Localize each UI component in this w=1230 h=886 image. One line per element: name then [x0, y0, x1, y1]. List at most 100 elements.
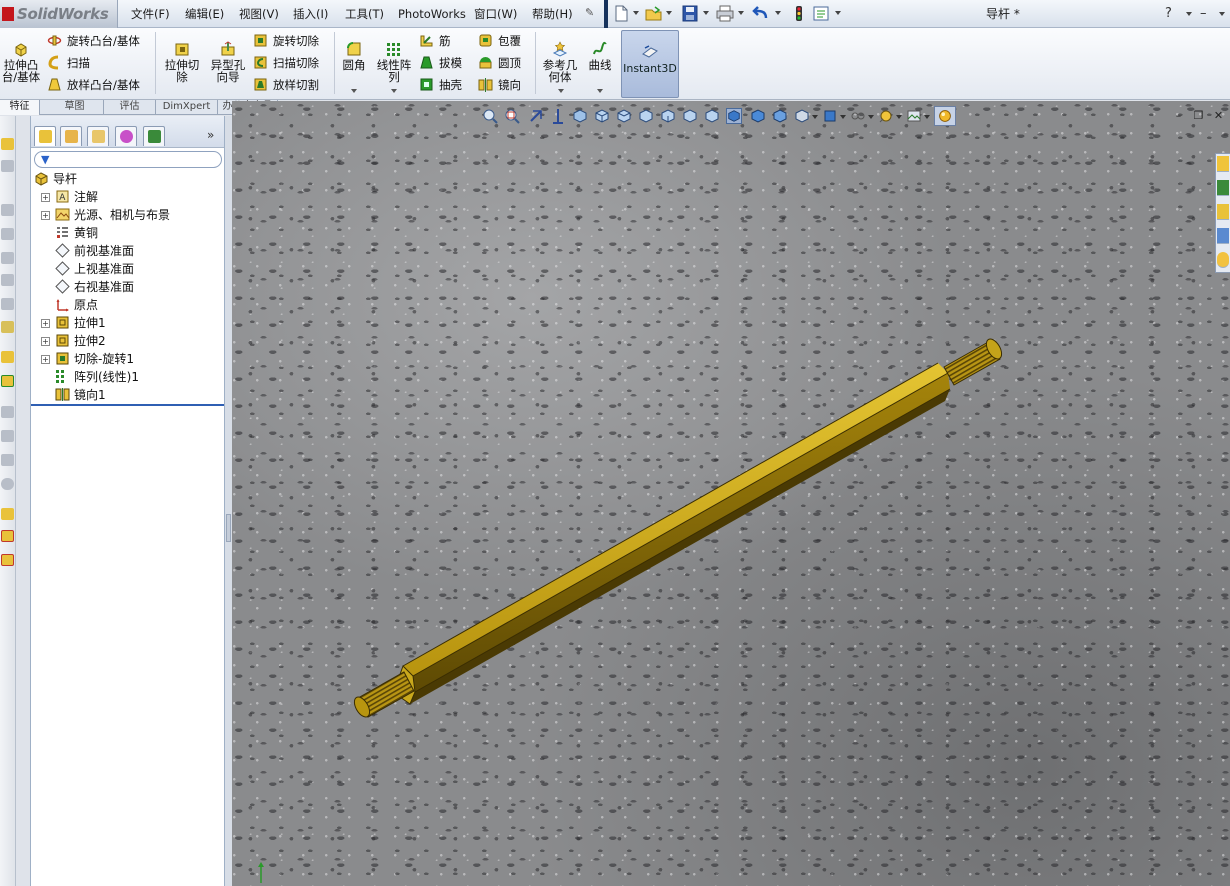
trimetric-view-icon[interactable] [750, 108, 766, 124]
curves-button[interactable]: 曲线 [585, 41, 615, 71]
isometric-view-icon[interactable] [726, 108, 742, 124]
scale-tool-icon[interactable] [1, 508, 14, 520]
options-dropdown-icon[interactable] [835, 11, 841, 15]
tab-configurationmanager[interactable] [87, 126, 109, 146]
bottom-view-icon[interactable] [704, 108, 720, 124]
loft-cut-button[interactable]: 放样切割 [253, 76, 319, 94]
back-view-icon[interactable] [616, 108, 632, 124]
tree-item-front-plane[interactable]: 前视基准面 [41, 242, 134, 260]
tree-item-annotations[interactable]: + A 注解 [41, 188, 98, 206]
tab-dimxpert[interactable]: DimXpert [156, 100, 218, 115]
filter-input[interactable] [53, 153, 217, 166]
viewport-restore-button[interactable]: ❐ [1192, 110, 1205, 122]
view-palette-icon[interactable] [1217, 228, 1229, 244]
appearances-scenes-icon[interactable] [1217, 252, 1229, 268]
display-style-dropdown-icon[interactable] [840, 115, 846, 119]
tree-item-mirror1[interactable]: 镜向1 [41, 386, 106, 404]
tree-item-extrude2[interactable]: + 拉伸2 [41, 332, 106, 350]
tab-propertymanager[interactable] [60, 126, 82, 146]
save-dropdown-icon[interactable] [703, 11, 709, 15]
tab-evaluate[interactable]: 评估 [104, 100, 156, 115]
appearance-dropdown-icon[interactable] [896, 115, 902, 119]
expand-toggle-icon[interactable]: + [41, 319, 50, 328]
open-folder-icon[interactable] [645, 5, 663, 22]
top-view-icon[interactable] [682, 108, 698, 124]
rib-tool-icon[interactable] [1, 274, 14, 286]
extrude-boss-button[interactable]: 拉伸凸台/基体 [0, 41, 42, 83]
fillet-dropdown-icon[interactable] [351, 89, 357, 93]
window-menu-dropdown-icon[interactable] [1219, 12, 1225, 16]
collapse-panel-handle[interactable] [226, 514, 231, 542]
tree-item-top-plane[interactable]: 上视基准面 [41, 260, 134, 278]
cut-tool-icon[interactable] [1, 351, 14, 363]
tree-item-right-plane[interactable]: 右视基准面 [41, 278, 134, 296]
design-library-icon[interactable] [1217, 180, 1229, 196]
sweep-cut-button[interactable]: 扫描切除 [253, 54, 319, 72]
undo-icon[interactable] [752, 5, 770, 22]
rebuild-traffic-light-icon[interactable] [790, 5, 808, 22]
tree-item-material-brass[interactable]: 黄铜 [41, 224, 98, 242]
solidworks-resources-icon[interactable] [1217, 156, 1229, 172]
menu-edit[interactable]: 编辑(E) [185, 0, 224, 28]
save-icon[interactable] [681, 5, 699, 22]
realview-graphics-icon[interactable] [934, 106, 956, 126]
shell-button[interactable]: 抽壳 [419, 76, 462, 94]
draft-button[interactable]: 拔模 [419, 54, 462, 72]
viewport-close-button[interactable]: ✕ [1212, 110, 1225, 122]
left-view-icon[interactable] [638, 108, 654, 124]
linear-pattern-dropdown-icon[interactable] [391, 89, 397, 93]
graphics-viewport[interactable]: – ❐ ✕ [232, 101, 1230, 886]
tree-filter[interactable]: ▼ [34, 151, 222, 168]
zoom-area-icon[interactable] [504, 108, 520, 124]
expand-toggle-icon[interactable]: + [41, 355, 50, 364]
print-icon[interactable] [716, 5, 734, 22]
rollback-bar[interactable] [31, 404, 224, 406]
curves-dropdown-icon[interactable] [597, 89, 603, 93]
view-selector-icon[interactable] [794, 108, 810, 124]
hole-tool-icon[interactable] [1, 321, 14, 333]
revolve-tool-icon[interactable] [1, 160, 14, 172]
extrude-boss-tool-icon[interactable] [1, 138, 14, 150]
menu-tools[interactable]: 工具(T) [345, 0, 384, 28]
linear-pattern-button[interactable]: 线性阵列 [372, 41, 416, 83]
tree-item-cut-revolve1[interactable]: + 切除-旋转1 [41, 350, 134, 368]
view-orientation-dropdown-icon[interactable] [812, 115, 818, 119]
tree-item-linear-pattern1[interactable]: 阵列(线性)1 [41, 368, 139, 386]
tab-features[interactable]: 特征 [0, 100, 40, 115]
wrap-tool-icon[interactable] [1, 430, 14, 442]
viewport-minimize-button[interactable]: – [1172, 110, 1185, 122]
flex-tool-icon[interactable] [1, 478, 14, 490]
boundary-tool-icon[interactable] [1, 252, 14, 264]
reference-geometry-dropdown-icon[interactable] [558, 89, 564, 93]
tab-featuremanager[interactable] [34, 126, 56, 146]
open-dropdown-icon[interactable] [666, 11, 672, 15]
fillet-button[interactable]: 圆角 [339, 41, 369, 71]
tree-item-lights-cameras-scene[interactable]: + 光源、相机与布景 [41, 206, 170, 224]
help-button[interactable]: ? [1165, 0, 1172, 28]
dome-tool-icon[interactable] [1, 454, 14, 466]
revolve-cut-button[interactable]: 旋转切除 [253, 32, 319, 50]
menu-window[interactable]: 窗口(W) [474, 0, 517, 28]
zoom-to-fit-icon[interactable] [482, 108, 498, 124]
hide-show-dropdown-icon[interactable] [868, 115, 874, 119]
wrap-button[interactable]: 包覆 [478, 32, 521, 50]
expand-toggle-icon[interactable]: + [41, 193, 50, 202]
expand-toggle-icon[interactable]: + [41, 337, 50, 346]
front-view-icon[interactable] [594, 108, 610, 124]
sweep-tool-icon[interactable] [1, 204, 14, 216]
tree-item-extrude1[interactable]: + 拉伸1 [41, 314, 106, 332]
minimize-window-button[interactable]: – [1200, 0, 1207, 28]
revolve-boss-button[interactable]: 旋转凸台/基体 [47, 32, 140, 50]
right-view-icon[interactable] [660, 108, 676, 124]
instant3d-button[interactable]: Instant3D [621, 30, 679, 98]
extrude-cut-button[interactable]: 拉伸切除 [160, 41, 204, 83]
menu-file[interactable]: 文件(F) [131, 0, 170, 28]
help-dropdown-icon[interactable] [1186, 12, 1192, 16]
solidworks-logo[interactable]: SolidWorks [0, 0, 118, 28]
draft-tool-icon[interactable] [1, 298, 14, 310]
hide-show-items-icon[interactable] [850, 108, 866, 124]
tree-root-part[interactable]: 导杆 [34, 170, 77, 188]
scene-dropdown-icon[interactable] [924, 115, 930, 119]
rib-button[interactable]: 筋 [419, 32, 451, 50]
panel-splitter[interactable] [225, 116, 232, 886]
